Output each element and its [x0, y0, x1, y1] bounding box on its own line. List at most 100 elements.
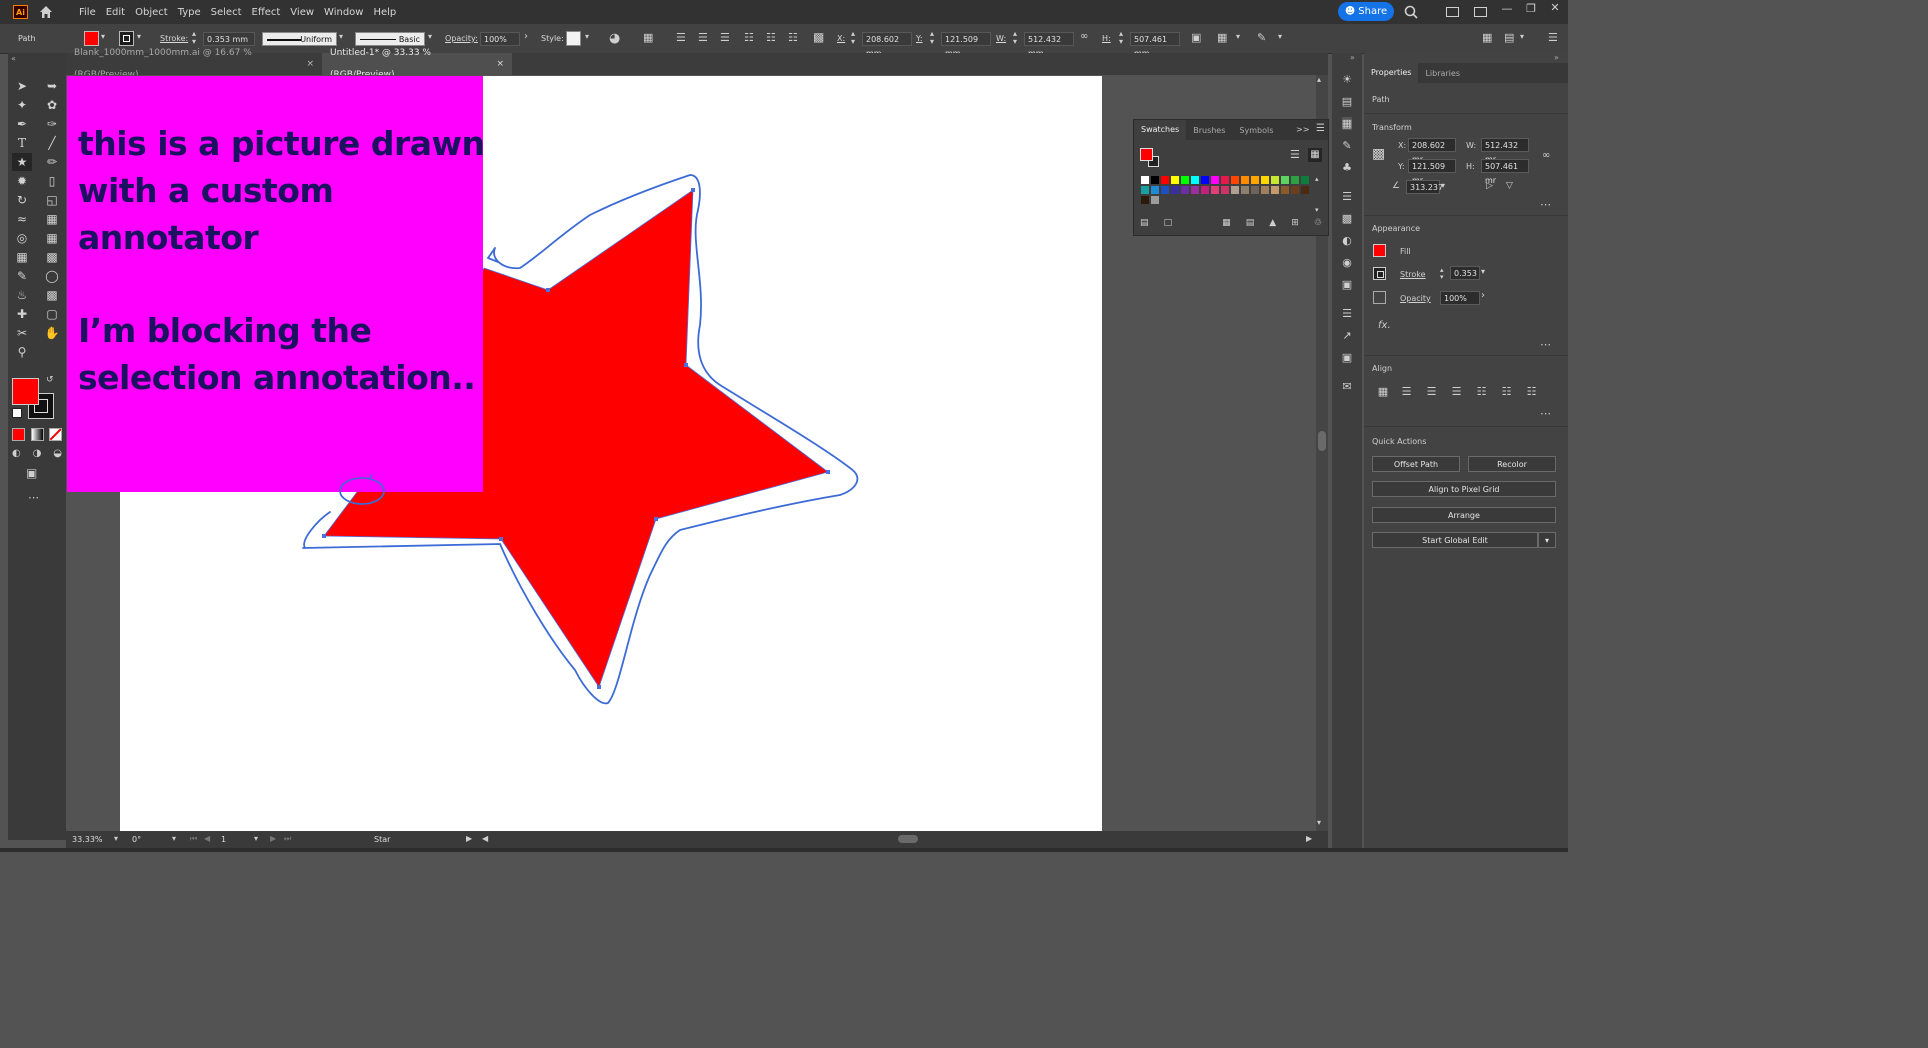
tab-properties[interactable]: Properties	[1364, 63, 1419, 83]
layout-icon[interactable]: ▤	[1504, 31, 1514, 44]
current-fill-swatch[interactable]	[1140, 148, 1153, 161]
flip-vertical-icon[interactable]: ▽	[1506, 181, 1513, 191]
horizontal-scroll-thumb[interactable]	[898, 835, 918, 843]
search-icon[interactable]	[1403, 4, 1419, 20]
arrange-panel-icon[interactable]: ▦	[1482, 31, 1492, 44]
color-swatch[interactable]	[1220, 175, 1230, 185]
scroll-right-icon[interactable]: ▶	[1306, 834, 1312, 843]
panel-expand-icon[interactable]: >>	[1296, 125, 1309, 134]
y-field[interactable]: 121.509 mr	[1408, 159, 1456, 185]
color-swatch[interactable]	[1180, 175, 1190, 185]
more-options-icon[interactable]: ⋯	[1540, 198, 1551, 211]
fill-swatch[interactable]	[1373, 244, 1386, 257]
x-field[interactable]: 208.602 mr	[1408, 138, 1456, 164]
swatch-kind-icon[interactable]: ▦	[1222, 218, 1231, 228]
artboards-panel-icon[interactable]: ▣	[1342, 351, 1352, 364]
align-vcenter-icon[interactable]: ☷	[1494, 385, 1519, 398]
align-top-icon[interactable]: ☷	[1469, 385, 1494, 398]
collapse-arrows-icon[interactable]: »	[1350, 53, 1355, 62]
more-options-icon[interactable]: ⋯	[1540, 338, 1551, 351]
chevron-down-icon[interactable]: ▾	[114, 834, 118, 843]
artboard-number[interactable]: 1	[221, 835, 226, 844]
stroke-swatch[interactable]	[1373, 267, 1386, 280]
arrange-documents-icon[interactable]	[1474, 7, 1487, 17]
arrange-button[interactable]: Arrange	[1372, 507, 1556, 523]
color-swatch[interactable]	[1290, 175, 1300, 185]
comments-icon[interactable]: ✉	[1342, 380, 1351, 393]
color-swatch[interactable]	[1300, 185, 1310, 195]
chevron-down-icon[interactable]: ▾	[254, 834, 258, 843]
rotate-field[interactable]: 313.237	[1406, 180, 1443, 194]
swatch-scroll-up-icon[interactable]: ▴	[1315, 175, 1319, 183]
scroll-up-icon[interactable]: ▴	[1317, 75, 1321, 84]
color-swatch[interactable]	[1200, 175, 1210, 185]
scroll-thumb[interactable]	[1318, 431, 1326, 451]
minimize-icon[interactable]: —	[1500, 2, 1514, 15]
restore-icon[interactable]: ❐	[1524, 2, 1538, 15]
color-swatch[interactable]	[1150, 175, 1160, 185]
tab-libraries[interactable]: Libraries	[1418, 69, 1467, 78]
stroke-panel-icon[interactable]: ☰	[1342, 190, 1352, 203]
h-field[interactable]: 507.461 mr	[1481, 159, 1529, 185]
share-button[interactable]: ☻ Share	[1338, 2, 1394, 21]
grid-view-icon[interactable]: ▦	[1308, 148, 1322, 162]
swatch-options-icon[interactable]: ▤	[1246, 218, 1255, 228]
rotation-value[interactable]: 0°	[132, 835, 141, 844]
constrain-proportions-icon[interactable]: ∞	[1542, 150, 1550, 161]
color-swatch[interactable]	[1190, 175, 1200, 185]
color-swatch[interactable]	[1230, 185, 1240, 195]
last-artboard-icon[interactable]: ⏭	[284, 834, 291, 844]
w-field[interactable]: 512.432 mr	[1481, 138, 1529, 164]
align-left-icon[interactable]: ☰	[1394, 385, 1419, 398]
opacity-field[interactable]: 100%	[1440, 291, 1480, 305]
workspace-icon[interactable]	[1446, 7, 1459, 17]
chevron-down-icon[interactable]: ▾	[172, 834, 176, 843]
place-swatches-icon[interactable]: □	[1164, 218, 1173, 228]
color-swatch[interactable]	[1140, 195, 1150, 205]
first-artboard-icon[interactable]: ⏮	[190, 834, 197, 844]
chevron-down-icon[interactable]: ▾	[1520, 32, 1524, 41]
panel-menu-icon[interactable]: ☰	[1316, 123, 1325, 134]
cc-libraries-icon[interactable]: ☀	[1342, 73, 1352, 86]
align-pixel-grid-button[interactable]: Align to Pixel Grid	[1372, 481, 1556, 497]
color-swatch[interactable]	[1270, 175, 1280, 185]
fx-icon[interactable]: fx.	[1378, 320, 1391, 331]
align-bottom-icon[interactable]: ☷	[1519, 385, 1544, 398]
chevron-down-icon[interactable]: ▾	[1441, 181, 1445, 190]
swatches-panel-icon[interactable]: ▦	[1341, 117, 1353, 130]
flip-horizontal-icon[interactable]: ▷	[1486, 181, 1493, 191]
appearance-panel-icon[interactable]: ◉	[1342, 256, 1352, 269]
new-swatch-icon[interactable]: ⊞	[1291, 218, 1299, 228]
zoom-level[interactable]: 33.33%	[72, 835, 103, 844]
stroke-label[interactable]: Stroke	[1400, 270, 1426, 279]
tab-symbols[interactable]: Symbols	[1232, 126, 1280, 135]
color-swatch[interactable]	[1290, 185, 1300, 195]
color-swatch[interactable]	[1170, 185, 1180, 195]
symbols-panel-icon[interactable]: ♣	[1342, 161, 1352, 174]
transparency-panel-icon[interactable]: ◐	[1342, 234, 1352, 247]
align-to-icon[interactable]: ▦	[1372, 385, 1394, 398]
stepper-icon[interactable]: ▴ ▾	[1440, 267, 1444, 281]
color-swatch[interactable]	[1190, 185, 1200, 195]
recolor-button[interactable]: Recolor	[1468, 456, 1556, 472]
color-swatch[interactable]	[1260, 175, 1270, 185]
list-view-icon[interactable]: ☰	[1290, 148, 1300, 161]
reference-point-icon[interactable]: ▩	[1372, 146, 1385, 162]
color-swatch[interactable]	[1180, 185, 1190, 195]
color-swatch[interactable]	[1270, 185, 1280, 195]
status-menu-icon[interactable]: ▶	[466, 834, 472, 843]
color-swatch[interactable]	[1220, 185, 1230, 195]
start-global-edit-button[interactable]: Start Global Edit	[1372, 532, 1538, 548]
align-hcenter-icon[interactable]: ☰	[1419, 385, 1444, 398]
color-swatch[interactable]	[1150, 185, 1160, 195]
tab-swatches[interactable]: Swatches	[1134, 120, 1187, 140]
properties-icon[interactable]: ▤	[1342, 95, 1352, 108]
chevron-right-icon[interactable]: ›	[1481, 290, 1485, 301]
color-swatch[interactable]	[1280, 185, 1290, 195]
color-swatch[interactable]	[1280, 175, 1290, 185]
color-swatch[interactable]	[1300, 175, 1310, 185]
align-right-icon[interactable]: ☰	[1444, 385, 1469, 398]
color-swatch[interactable]	[1140, 175, 1150, 185]
trash-icon[interactable]: ♲	[1314, 218, 1322, 228]
more-options-icon[interactable]: ⋯	[1540, 407, 1551, 420]
